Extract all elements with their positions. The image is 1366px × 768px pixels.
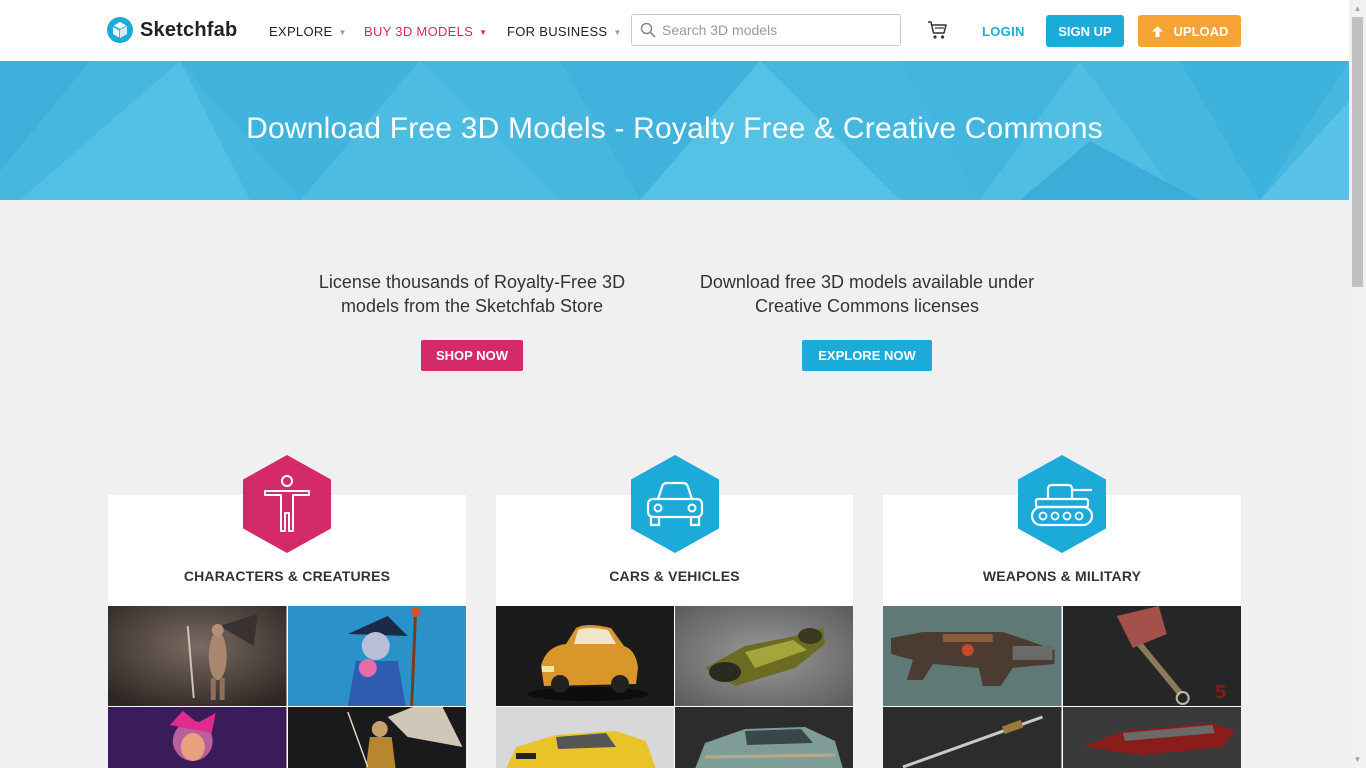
chevron-down-icon: ▼ — [479, 28, 488, 37]
store-promo-text: License thousands of Royalty-Free 3D mod… — [318, 272, 626, 316]
category-thumbnails — [496, 606, 853, 768]
model-thumbnail[interactable] — [883, 707, 1062, 768]
svg-text:5: 5 — [1214, 682, 1226, 703]
model-thumbnail[interactable] — [1062, 707, 1241, 768]
store-promo: License thousands of Royalty-Free 3D mod… — [302, 270, 642, 371]
shop-now-button[interactable]: SHOP NOW — [421, 340, 523, 371]
nav-business-label: FOR BUSINESS — [507, 24, 608, 39]
chevron-down-icon: ▼ — [613, 28, 622, 37]
sign-up-button[interactable]: SIGN UP — [1046, 15, 1124, 47]
chevron-down-icon: ▼ — [338, 28, 347, 37]
shopping-cart-icon[interactable] — [927, 20, 949, 40]
category-title: WEAPONS & MILITARY — [982, 568, 1142, 584]
category-thumbnails — [108, 606, 466, 768]
model-thumbnail[interactable] — [287, 606, 466, 706]
car-icon — [630, 455, 719, 553]
nav-explore-label: EXPLORE — [269, 24, 333, 39]
nav-for-business[interactable]: FOR BUSINESS ▼ — [507, 24, 622, 39]
search-input[interactable] — [662, 22, 892, 38]
nav-buy-3d-models[interactable]: BUY 3D MODELS ▼ — [364, 24, 487, 39]
scrollbar-thumb[interactable] — [1352, 17, 1363, 287]
model-thumbnail[interactable] — [883, 606, 1062, 706]
person-icon — [243, 455, 331, 553]
model-thumbnail[interactable] — [675, 606, 853, 706]
arrow-up-icon — [1151, 25, 1163, 37]
top-navigation-bar: Sketchfab EXPLORE ▼ BUY 3D MODELS ▼ FOR … — [0, 0, 1349, 61]
model-thumbnail[interactable]: 5 — [1062, 606, 1241, 706]
upload-button-label: UPLOAD — [1173, 23, 1229, 39]
page-title: Download Free 3D Models - Royalty Free &… — [246, 112, 1103, 145]
vertical-scrollbar[interactable]: ▲ ▼ — [1349, 0, 1366, 768]
nav-explore[interactable]: EXPLORE ▼ — [269, 24, 347, 39]
category-card-characters[interactable]: CHARACTERS & CREATURES — [108, 455, 466, 768]
model-thumbnail[interactable] — [287, 707, 466, 768]
free-models-promo: Download free 3D models available under … — [697, 270, 1037, 371]
explore-now-button[interactable]: EXPLORE NOW — [802, 340, 932, 371]
category-title: CHARACTERS & CREATURES — [183, 568, 391, 584]
tank-icon — [1018, 455, 1106, 553]
search-icon — [640, 22, 656, 38]
sketchfab-logo[interactable]: Sketchfab — [107, 17, 237, 43]
logo-wordmark: Sketchfab — [140, 18, 238, 41]
model-thumbnail[interactable] — [108, 707, 287, 768]
category-card-weapons[interactable]: WEAPONS & MILITARY 5 — [883, 455, 1241, 768]
login-link[interactable]: LOGIN — [982, 24, 1025, 39]
scroll-down-arrow-icon[interactable]: ▼ — [1349, 751, 1366, 768]
model-thumbnail[interactable] — [108, 606, 287, 706]
model-thumbnail[interactable] — [496, 707, 674, 768]
sketchfab-cube-icon — [107, 17, 133, 43]
model-thumbnail[interactable] — [496, 606, 674, 706]
search-box — [631, 14, 901, 46]
model-thumbnail[interactable] — [675, 707, 853, 768]
category-title: CARS & VEHICLES — [609, 568, 740, 584]
hero-banner: Download Free 3D Models - Royalty Free &… — [0, 61, 1349, 200]
scroll-up-arrow-icon[interactable]: ▲ — [1349, 0, 1366, 17]
category-card-cars[interactable]: CARS & VEHICLES — [496, 455, 853, 768]
nav-buy-label: BUY 3D MODELS — [364, 24, 474, 39]
free-promo-text: Download free 3D models available under … — [699, 272, 1035, 316]
upload-button[interactable]: UPLOAD — [1138, 15, 1241, 47]
category-thumbnails: 5 — [883, 606, 1241, 768]
